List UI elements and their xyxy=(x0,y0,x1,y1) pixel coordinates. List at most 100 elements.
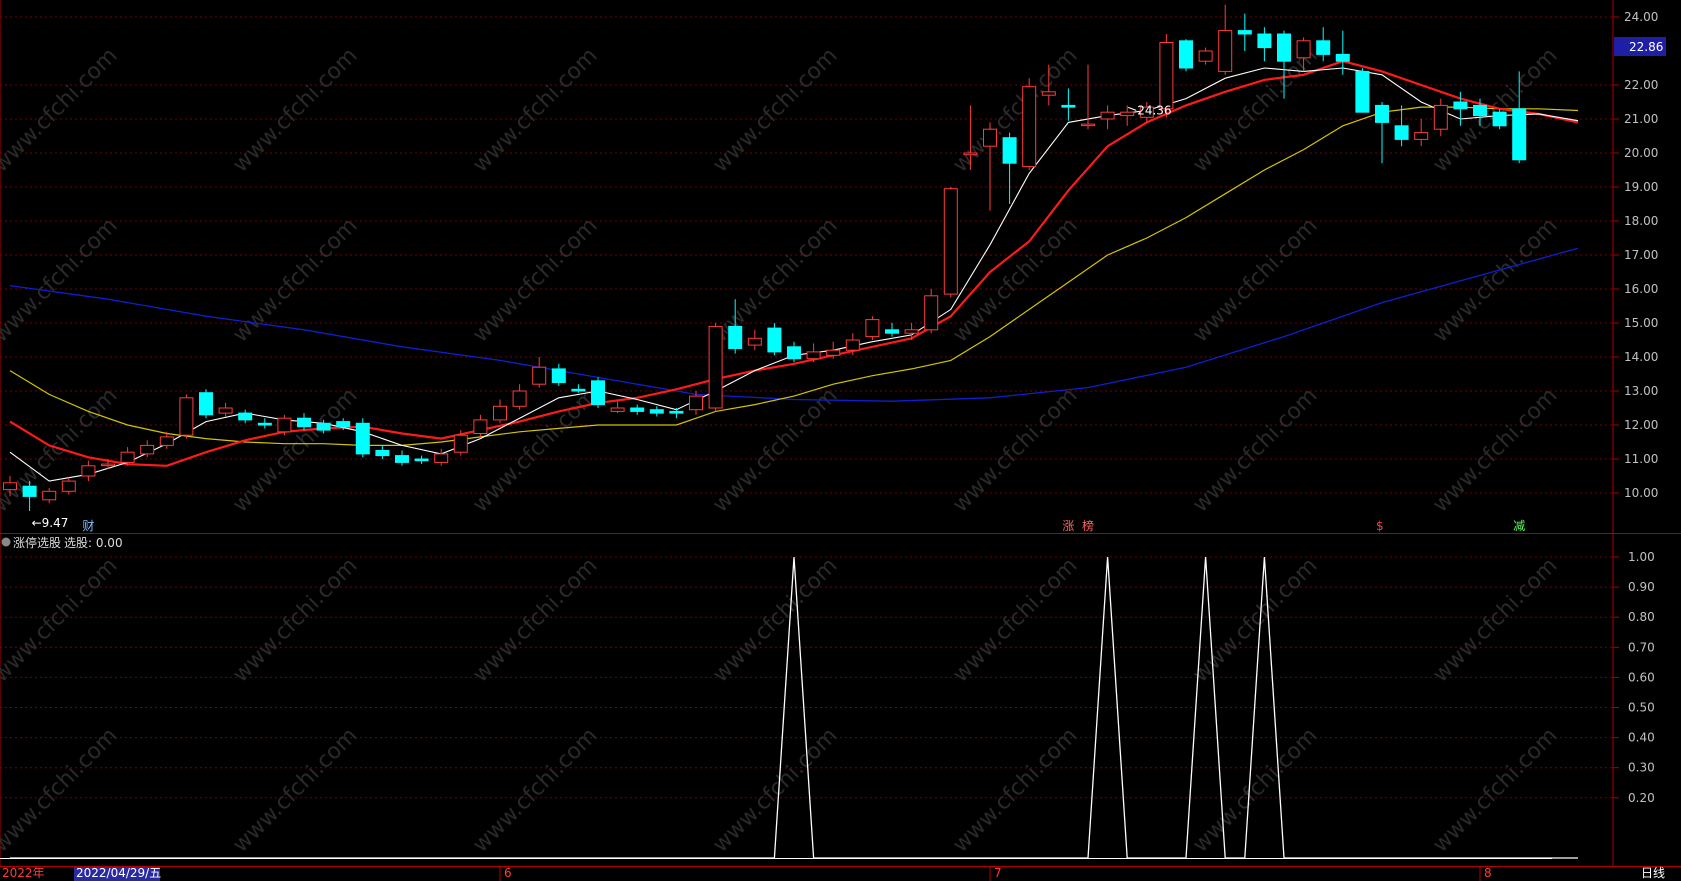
indicator-tick-label: 0.90 xyxy=(1628,580,1655,594)
price-tick-label: 21.00 xyxy=(1624,112,1658,126)
candle-body xyxy=(826,349,841,356)
candle-body xyxy=(473,419,488,434)
high-price-label: 24.36 xyxy=(1137,103,1171,117)
candle-body xyxy=(1237,30,1252,35)
candle-body xyxy=(1179,40,1193,69)
low-price-label: ←9.47 xyxy=(32,516,69,530)
candle-body xyxy=(649,409,664,414)
candle-body xyxy=(610,407,625,412)
price-tick-label: 20.00 xyxy=(1624,146,1658,160)
candle-body xyxy=(1022,86,1037,168)
indicator-tick-label: 0.80 xyxy=(1628,610,1655,624)
candle-body xyxy=(355,422,370,455)
candle-body xyxy=(1002,137,1017,164)
price-tick-label: 12.00 xyxy=(1624,418,1658,432)
candle-body xyxy=(1041,91,1056,96)
candle-body xyxy=(806,351,821,360)
candle-body xyxy=(963,152,978,156)
candle-body xyxy=(1100,111,1115,120)
candle-body xyxy=(1081,123,1095,127)
candle-body xyxy=(728,325,743,349)
price-tick-label: 24.00 xyxy=(1624,10,1658,24)
candle[interactable] xyxy=(1492,108,1507,130)
candle-body xyxy=(512,390,527,407)
candle-body xyxy=(983,128,997,147)
candle-body xyxy=(42,490,57,501)
event-marker[interactable]: 榜 xyxy=(1082,518,1094,533)
candle[interactable] xyxy=(591,377,605,408)
candle-body xyxy=(316,422,331,431)
candle-body xyxy=(1414,132,1429,140)
indicator-tick-label: 0.20 xyxy=(1628,791,1655,805)
candle-body xyxy=(708,325,723,409)
indicator-tick-label: 1.00 xyxy=(1628,550,1655,564)
year-label: 2022年 xyxy=(2,866,45,880)
candle-body xyxy=(1453,101,1468,110)
event-marker[interactable]: 减 xyxy=(1513,519,1525,533)
indicator-tick-label: 0.50 xyxy=(1628,701,1655,715)
price-tick-label: 11.00 xyxy=(1624,452,1658,466)
candle-body xyxy=(865,319,880,338)
selected-date-label: 2022/04/29/五 xyxy=(76,866,161,880)
candle-body xyxy=(532,366,547,385)
indicator-tick-label: 0.40 xyxy=(1628,731,1655,745)
month-label: 7 xyxy=(994,866,1002,880)
indicator-tick-label: 0.60 xyxy=(1628,670,1655,684)
price-tick-label: 17.00 xyxy=(1624,248,1658,262)
candle-body xyxy=(787,346,801,360)
price-tick-label: 13.00 xyxy=(1624,384,1658,398)
candle-body xyxy=(297,417,311,428)
candle-body xyxy=(689,395,703,411)
candle-body xyxy=(1159,42,1174,110)
candle-body xyxy=(434,453,449,463)
candle[interactable] xyxy=(179,394,194,439)
price-tick-label: 18.00 xyxy=(1624,214,1658,228)
candle-body xyxy=(140,444,155,455)
candle-body xyxy=(1120,111,1135,117)
candle-body xyxy=(1257,33,1272,49)
candle[interactable] xyxy=(1179,39,1193,72)
indicator-tick-label: 0.30 xyxy=(1628,761,1655,775)
current-price-value: 22.86 xyxy=(1629,40,1663,54)
candle[interactable] xyxy=(277,414,292,436)
candle[interactable] xyxy=(943,187,958,298)
candle-body xyxy=(1394,125,1409,140)
candle-body xyxy=(1277,33,1291,62)
candle-body xyxy=(1375,104,1389,123)
candle[interactable] xyxy=(1022,78,1037,170)
candle-body xyxy=(1473,104,1487,117)
candle-body xyxy=(199,392,213,416)
candle-body xyxy=(943,188,958,295)
candle-body xyxy=(1316,40,1331,55)
candle-body xyxy=(81,465,96,477)
candle[interactable] xyxy=(708,323,723,412)
candle[interactable] xyxy=(924,289,939,334)
period-label[interactable]: 日线 xyxy=(1641,866,1665,880)
candle[interactable] xyxy=(1355,68,1370,113)
event-marker[interactable]: $ xyxy=(1376,519,1384,533)
candle-body xyxy=(3,482,17,491)
month-label: 6 xyxy=(504,866,512,880)
candle-body xyxy=(395,455,409,463)
price-tick-label: 19.00 xyxy=(1624,180,1658,194)
price-tick-label: 16.00 xyxy=(1624,282,1658,296)
candle[interactable] xyxy=(767,323,782,356)
candle-body xyxy=(924,295,939,331)
candle-body xyxy=(1355,70,1370,113)
stock-chart[interactable]: www.cfchi.com www.cfchi.com www.cfchi.com w… xyxy=(0,0,1681,881)
price-tick-label: 22.00 xyxy=(1624,78,1658,92)
candle-body xyxy=(22,485,37,497)
candle-body xyxy=(885,329,899,334)
candle-body xyxy=(1218,30,1233,72)
indicator-settings-icon[interactable] xyxy=(1,537,11,547)
candle-body xyxy=(453,434,468,453)
candle-body xyxy=(571,388,586,392)
candle[interactable] xyxy=(199,389,213,419)
event-marker[interactable]: 涨 xyxy=(1062,518,1074,533)
price-tick-label: 14.00 xyxy=(1624,350,1658,364)
candle-body xyxy=(61,480,76,492)
candle[interactable] xyxy=(355,418,370,458)
event-marker[interactable]: 财 xyxy=(82,519,94,533)
candle-body xyxy=(845,339,860,351)
candle[interactable] xyxy=(865,316,880,340)
